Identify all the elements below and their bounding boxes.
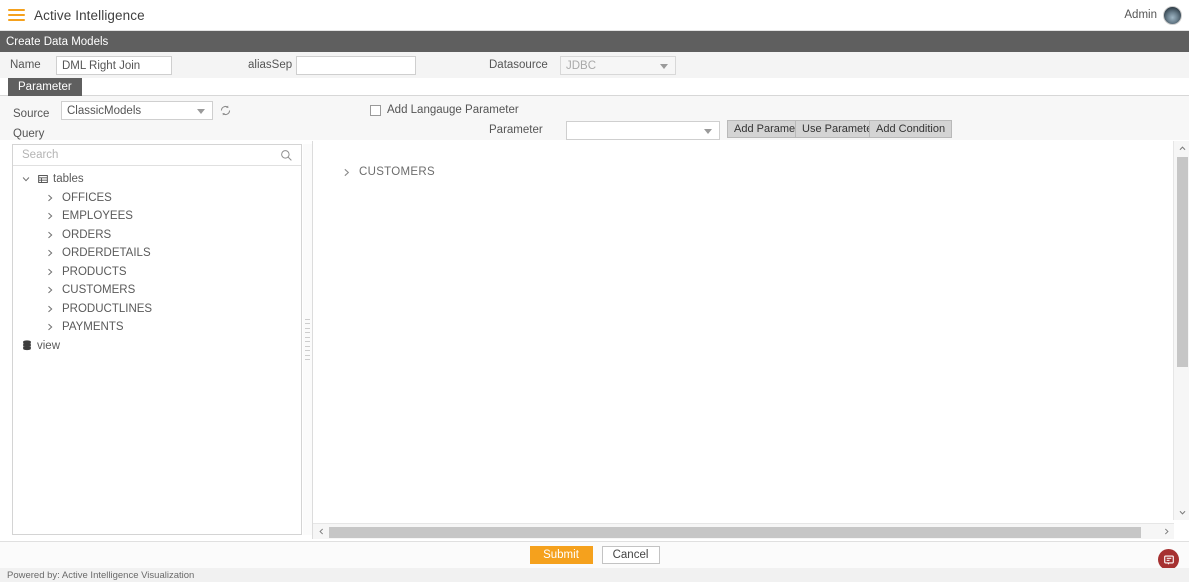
tree-node-label: PAYMENTS xyxy=(62,321,124,334)
model-canvas-area: CUSTOMERS xyxy=(312,141,1189,539)
vertical-scroll-thumb[interactable] xyxy=(1177,157,1188,367)
name-label: Name xyxy=(10,59,41,71)
refresh-icon[interactable] xyxy=(219,104,232,117)
tree-node-offices[interactable]: OFFICES xyxy=(13,189,301,208)
chevron-right-icon xyxy=(48,249,53,257)
form-row-top: Name aliasSep Datasource JDBC xyxy=(0,52,1189,78)
schema-tree: tables OFFICES EMPLOYEES ORDERS ORDERDET… xyxy=(13,166,301,355)
chevron-right-icon xyxy=(48,305,53,313)
chevron-right-icon xyxy=(48,231,53,239)
tree-search-bar xyxy=(13,145,301,166)
tree-node-tables[interactable]: tables xyxy=(13,170,301,189)
avatar[interactable] xyxy=(1163,5,1182,25)
tree-node-label: EMPLOYEES xyxy=(62,210,133,223)
chevron-right-icon xyxy=(48,212,53,220)
tree-node-orderdetails[interactable]: ORDERDETAILS xyxy=(13,244,301,263)
chevron-right-icon xyxy=(48,194,53,202)
source-select[interactable]: ClassicModels xyxy=(61,101,213,120)
tree-node-productlines[interactable]: PRODUCTLINES xyxy=(13,300,301,319)
chevron-right-icon xyxy=(48,323,53,331)
datasource-label: Datasource xyxy=(489,59,548,71)
chevron-right-icon xyxy=(48,286,53,294)
search-input[interactable] xyxy=(20,148,270,162)
datasource-select[interactable]: JDBC xyxy=(560,56,676,75)
feedback-icon xyxy=(1163,555,1174,565)
tree-node-label: tables xyxy=(53,173,84,186)
tree-node-employees[interactable]: EMPLOYEES xyxy=(13,207,301,226)
source-value: ClassicModels xyxy=(67,104,142,117)
tree-node-label: view xyxy=(37,339,61,352)
chevron-down-icon xyxy=(704,129,712,134)
chevron-down-icon xyxy=(197,109,205,114)
chevron-right-icon[interactable] xyxy=(341,167,352,178)
table-icon xyxy=(38,175,48,184)
hamburger-icon[interactable] xyxy=(8,8,25,22)
tab-parameter[interactable]: Parameter xyxy=(8,78,82,96)
tree-node-payments[interactable]: PAYMENTS xyxy=(13,318,301,337)
chevron-right-icon xyxy=(48,268,53,276)
tree-node-label: PRODUCTLINES xyxy=(62,302,153,315)
admin-label[interactable]: Admin xyxy=(1124,9,1157,21)
canvas-node-label: CUSTOMERS xyxy=(359,166,435,178)
horizontal-scroll-thumb[interactable] xyxy=(329,527,1141,538)
scroll-left-icon[interactable] xyxy=(313,524,329,539)
schema-tree-panel: tables OFFICES EMPLOYEES ORDERS xyxy=(12,144,302,535)
parameter-label: Parameter xyxy=(489,124,543,136)
tree-node-label: PRODUCTS xyxy=(62,265,127,278)
search-icon[interactable] xyxy=(280,149,293,162)
cancel-button[interactable]: Cancel xyxy=(601,546,660,564)
panel-splitter[interactable] xyxy=(303,144,312,535)
add-language-parameter-checkbox[interactable] xyxy=(370,105,381,116)
footer: Powered by: Active Intelligence Visualiz… xyxy=(0,568,1189,582)
feedback-button[interactable] xyxy=(1158,549,1179,570)
header-user-area: Admin xyxy=(1124,5,1182,25)
canvas-horizontal-scrollbar[interactable] xyxy=(313,523,1174,539)
model-canvas[interactable]: CUSTOMERS xyxy=(313,141,1168,520)
tree-node-label: CUSTOMERS xyxy=(62,284,136,297)
chevron-down-icon xyxy=(22,177,30,182)
splitter-grip-icon xyxy=(305,318,310,361)
name-input[interactable] xyxy=(56,56,172,75)
scroll-up-icon[interactable] xyxy=(1174,141,1189,156)
submit-button[interactable]: Submit xyxy=(529,546,593,564)
parameter-select[interactable] xyxy=(566,121,720,140)
database-icon xyxy=(23,340,31,351)
tree-node-label: ORDERS xyxy=(62,228,112,241)
scroll-down-icon[interactable] xyxy=(1174,505,1189,520)
scroll-right-icon[interactable] xyxy=(1158,524,1174,539)
chevron-down-icon xyxy=(660,64,668,69)
tree-node-orders[interactable]: ORDERS xyxy=(13,226,301,245)
tree-node-products[interactable]: PRODUCTS xyxy=(13,263,301,282)
aliassep-label: aliasSep xyxy=(248,59,293,71)
add-condition-button[interactable]: Add Condition xyxy=(869,120,953,138)
tree-node-label: ORDERDETAILS xyxy=(62,247,151,260)
tree-node-customers[interactable]: CUSTOMERS xyxy=(13,281,301,300)
page-root: Active Intelligence Admin Create Data Mo… xyxy=(0,0,1189,582)
tree-node-view[interactable]: view xyxy=(13,337,301,356)
canvas-vertical-scrollbar[interactable] xyxy=(1173,141,1189,520)
tab-bar: Parameter xyxy=(0,78,1189,96)
app-title: Active Intelligence xyxy=(34,7,145,23)
canvas-node-customers[interactable]: CUSTOMERS xyxy=(341,166,435,178)
app-header: Active Intelligence Admin xyxy=(0,0,1189,31)
page-title: Create Data Models xyxy=(0,31,1189,52)
tree-node-label: OFFICES xyxy=(62,191,112,204)
action-bar: Submit Cancel xyxy=(0,541,1189,568)
datasource-value: JDBC xyxy=(566,59,597,72)
aliassep-input[interactable] xyxy=(296,56,416,75)
